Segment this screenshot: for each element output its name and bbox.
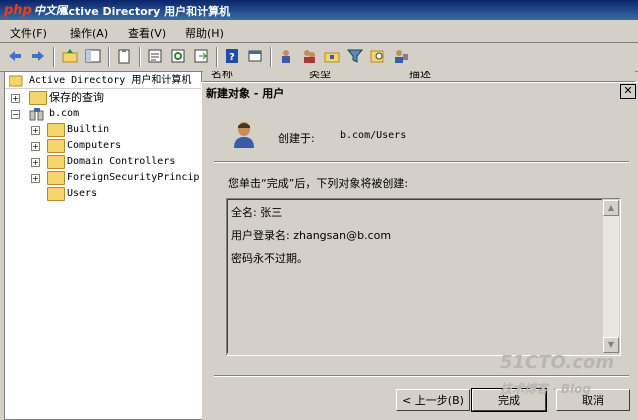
console-tree-icon[interactable] <box>85 48 101 64</box>
folder-icon <box>47 139 65 153</box>
vertical-scrollbar[interactable]: ▲ ▼ <box>603 200 619 353</box>
expand-icon[interactable]: + <box>31 142 40 151</box>
back-arrow-icon[interactable] <box>7 48 23 64</box>
forward-arrow-icon[interactable] <box>30 48 46 64</box>
folder-icon <box>47 123 65 137</box>
svg-text:?: ? <box>229 52 235 63</box>
new-group-icon[interactable] <box>301 48 317 64</box>
menu-action[interactable]: 操作(A) <box>70 25 108 41</box>
dialog-title-bar: 新建对象 - 用户 ✕ <box>202 83 638 101</box>
export-list-icon[interactable] <box>193 48 209 64</box>
menu-file[interactable]: 文件(F) <box>10 25 47 41</box>
add-to-group-icon[interactable] <box>393 48 409 64</box>
created-in-label: 创建于: <box>278 132 315 145</box>
expand-icon[interactable]: + <box>11 94 20 103</box>
summary-full-name: 全名: 张三 <box>231 206 283 219</box>
menu-view[interactable]: 查看(V) <box>128 25 166 41</box>
menu-bar: 文件(F) 操作(A) 查看(V) 帮助(H) <box>0 20 638 43</box>
filter-icon[interactable] <box>347 48 363 64</box>
help-icon[interactable]: ? <box>224 48 240 64</box>
list-header: 名称 类型 描述 <box>203 71 635 82</box>
confirmation-prompt: 您单击“完成”后，下列对象将被创建: <box>228 177 409 190</box>
close-icon[interactable]: ✕ <box>620 84 636 99</box>
expand-icon[interactable]: + <box>31 158 40 167</box>
collapse-icon[interactable]: − <box>11 110 20 119</box>
clipboard-icon[interactable] <box>116 48 132 64</box>
scroll-up-icon[interactable]: ▲ <box>603 200 619 216</box>
refresh-icon[interactable] <box>170 48 186 64</box>
column-type[interactable]: 类型 <box>309 71 331 81</box>
expand-icon[interactable]: + <box>31 126 40 135</box>
folder-icon <box>47 171 65 185</box>
new-user-icon[interactable] <box>278 48 294 64</box>
window-title: Active Directory 用户和计算机 <box>60 5 231 18</box>
menu-help[interactable]: 帮助(H) <box>185 25 224 41</box>
find-icon[interactable] <box>370 48 386 64</box>
divider <box>214 161 629 163</box>
user-icon <box>234 122 254 148</box>
summary-password: 密码永不过期。 <box>231 252 308 265</box>
watermark-blog: 技术博客 · Blog <box>500 382 592 396</box>
console-tree: Active Directory 用户和计算机 + 保存的查询 − b.com … <box>4 71 202 420</box>
expand-icon[interactable]: + <box>31 174 40 183</box>
back-button[interactable]: < 上一步(B) <box>396 389 470 411</box>
new-ou-icon[interactable] <box>324 48 340 64</box>
up-folder-icon[interactable] <box>62 48 78 64</box>
watermark-site: 51CTO.com <box>500 352 615 373</box>
window-icon[interactable] <box>247 48 263 64</box>
scroll-down-icon[interactable]: ▼ <box>603 337 619 353</box>
directory-icon <box>9 75 23 87</box>
folder-icon <box>47 155 65 169</box>
column-name[interactable]: 名称 <box>211 71 233 81</box>
properties-icon[interactable] <box>147 48 163 64</box>
column-description[interactable]: 描述 <box>409 71 431 81</box>
dialog-title: 新建对象 - 用户 <box>206 87 285 100</box>
created-in-value: b.com/Users <box>340 130 407 141</box>
summary-textbox[interactable]: 全名: 张三 用户登录名: zhangsan@b.com 密码永不过期。 ▲ ▼ <box>226 198 621 356</box>
site-logo: php 中文网 <box>4 3 67 18</box>
button-divider <box>214 375 629 377</box>
folder-icon <box>47 187 65 201</box>
summary-logon-name: 用户登录名: zhangsan@b.com <box>231 229 392 242</box>
toolbar: ? <box>0 42 638 72</box>
title-bar: php 中文网 Active Directory 用户和计算机 <box>0 0 638 20</box>
domain-icon <box>29 108 44 121</box>
folder-icon <box>29 91 47 105</box>
